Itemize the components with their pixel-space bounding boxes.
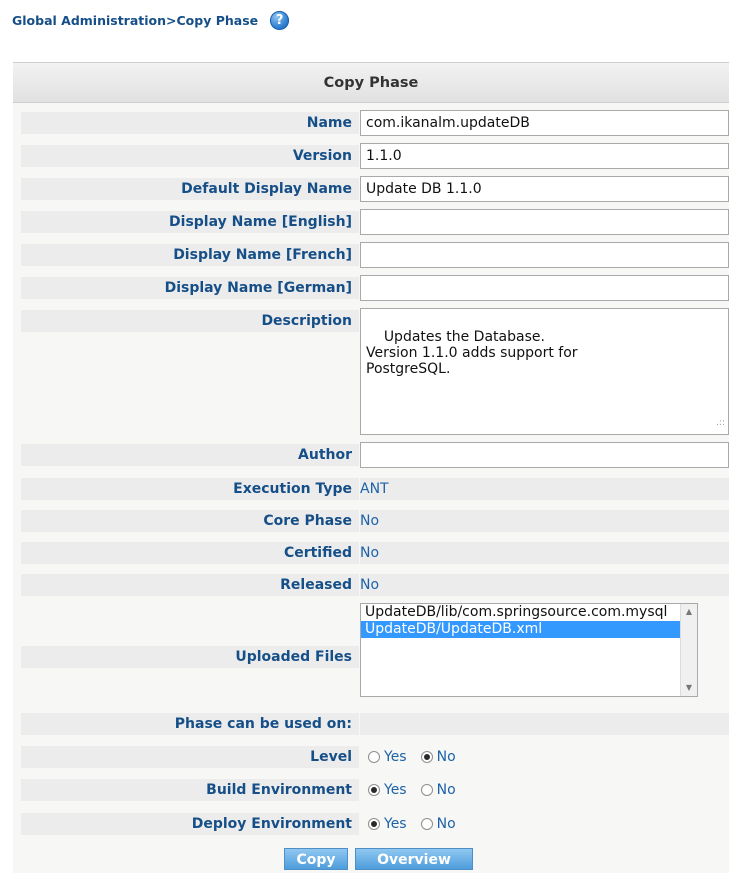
overview-button[interactable]: Overview <box>355 848 473 870</box>
breadcrumb: Global Administration>Copy Phase ? <box>12 10 290 30</box>
description-textarea[interactable]: Updates the Database. Version 1.1.0 adds… <box>360 308 729 435</box>
build-environment-no-radio[interactable]: No <box>420 782 456 798</box>
level-yes-radio[interactable]: Yes <box>368 749 407 765</box>
display-name-french-label: Display Name [French] <box>21 244 359 266</box>
phase-usage-heading: Phase can be used on: <box>21 713 359 735</box>
core-phase-value: No <box>360 510 729 532</box>
execution-type-value: ANT <box>360 478 729 500</box>
copy-phase-form: Copy Phase Name Version Default Display … <box>13 62 729 873</box>
version-label: Version <box>21 145 359 167</box>
description-text: Updates the Database. Version 1.1.0 adds… <box>366 329 578 377</box>
level-no-radio[interactable]: No <box>420 749 456 765</box>
certified-value: No <box>360 542 729 564</box>
scroll-up-icon[interactable]: ▲ <box>681 604 697 620</box>
help-icon[interactable]: ? <box>270 10 290 30</box>
released-value: No <box>360 574 729 596</box>
uploaded-files-label: Uploaded Files <box>21 646 359 668</box>
deploy-environment-label: Deploy Environment <box>21 813 359 835</box>
build-environment-radio-group: Yes No <box>360 779 729 801</box>
certified-label: Certified <box>21 542 359 564</box>
display-name-english-input[interactable] <box>360 209 729 235</box>
execution-type-label: Execution Type <box>21 478 359 500</box>
author-input[interactable] <box>360 442 729 468</box>
author-label: Author <box>21 444 359 466</box>
panel-title: Copy Phase <box>13 62 729 103</box>
name-label: Name <box>21 112 359 134</box>
default-display-name-label: Default Display Name <box>21 178 359 200</box>
level-label: Level <box>21 746 359 768</box>
description-label: Description <box>21 310 359 332</box>
build-environment-yes-radio[interactable]: Yes <box>368 782 407 798</box>
released-label: Released <box>21 574 359 596</box>
core-phase-label: Core Phase <box>21 510 359 532</box>
phase-usage-spacer <box>360 713 729 735</box>
display-name-german-input[interactable] <box>360 275 729 301</box>
scroll-down-icon[interactable]: ▼ <box>681 680 697 696</box>
breadcrumb-text: Global Administration>Copy Phase <box>12 12 259 28</box>
name-input[interactable] <box>360 110 729 136</box>
uploaded-file-item[interactable]: UpdateDB/lib/com.springsource.com.mysql <box>361 604 683 621</box>
display-name-french-input[interactable] <box>360 242 729 268</box>
listbox-scrollbar[interactable]: ▲ ▼ <box>680 604 697 696</box>
uploaded-file-item-selected[interactable]: UpdateDB/UpdateDB.xml <box>361 621 683 638</box>
deploy-environment-radio-group: Yes No <box>360 813 729 835</box>
deploy-environment-no-radio[interactable]: No <box>420 816 456 832</box>
default-display-name-input[interactable] <box>360 176 729 202</box>
button-row: Copy Overview <box>13 848 729 872</box>
display-name-german-label: Display Name [German] <box>21 277 359 299</box>
resize-grip-icon[interactable]: .:: <box>716 415 725 431</box>
deploy-environment-yes-radio[interactable]: Yes <box>368 816 407 832</box>
display-name-english-label: Display Name [English] <box>21 211 359 233</box>
uploaded-files-listbox[interactable]: UpdateDB/lib/com.springsource.com.mysql … <box>360 603 698 697</box>
copy-button[interactable]: Copy <box>284 848 348 870</box>
version-input[interactable] <box>360 143 729 169</box>
level-radio-group: Yes No <box>360 746 729 768</box>
build-environment-label: Build Environment <box>21 779 359 801</box>
